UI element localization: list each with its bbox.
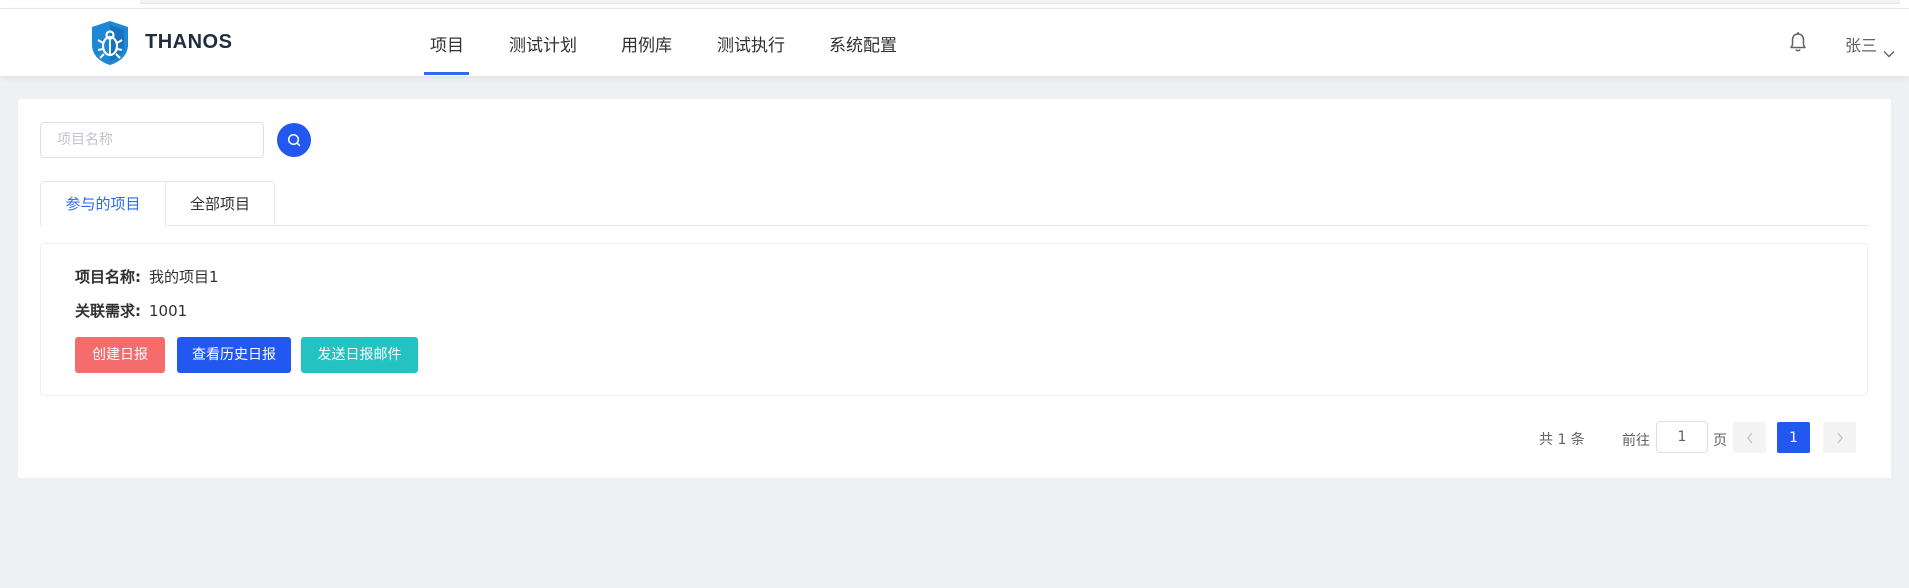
tab-my-projects[interactable]: 参与的项目 xyxy=(40,181,166,226)
chevron-down-icon xyxy=(1883,43,1895,57)
send-report-email-button[interactable]: 发送日报邮件 xyxy=(301,337,418,373)
project-req-row: 关联需求: 1001 xyxy=(75,300,187,321)
nav-item-case-library[interactable]: 用例库 xyxy=(621,31,672,56)
project-name-label: 项目名称: xyxy=(75,268,141,286)
user-name: 张三 xyxy=(1845,36,1878,55)
pagination-total: 共 1 条 xyxy=(1539,432,1585,448)
bug-shield-logo[interactable] xyxy=(88,19,132,67)
pagination-goto-input[interactable] xyxy=(1656,421,1708,453)
nav-item-test-execution[interactable]: 测试执行 xyxy=(717,31,785,56)
next-page-button[interactable] xyxy=(1823,422,1856,453)
nav-active-indicator xyxy=(424,72,469,75)
search-button[interactable] xyxy=(277,123,311,157)
prev-page-button[interactable] xyxy=(1733,422,1766,453)
project-name-row: 项目名称: 我的项目1 xyxy=(75,266,219,287)
project-card: 项目名称: 我的项目1 关联需求: 1001 创建日报 查看历史日报 发送日报邮件 xyxy=(40,243,1868,396)
nav-item-system-config[interactable]: 系统配置 xyxy=(829,31,897,56)
top-header: THANOS 项目 测试计划 用例库 测试执行 系统配置 张三 xyxy=(0,8,1909,76)
project-req-label: 关联需求: xyxy=(75,302,141,320)
view-report-history-button[interactable]: 查看历史日报 xyxy=(177,337,291,373)
nav-item-projects[interactable]: 项目 xyxy=(430,31,464,56)
user-menu[interactable]: 张三 xyxy=(1845,32,1895,57)
pagination-page-suffix: 页 xyxy=(1713,433,1727,449)
project-name-value: 我的项目1 xyxy=(149,268,219,286)
brand-name: THANOS xyxy=(145,31,233,53)
project-req-value: 1001 xyxy=(149,302,188,320)
page-button-current[interactable]: 1 xyxy=(1777,422,1810,453)
chevron-right-icon xyxy=(1836,432,1843,443)
pagination: 共 1 条 前往 页 1 xyxy=(18,421,1891,455)
window-top-strip xyxy=(0,0,1909,8)
chevron-left-icon xyxy=(1746,432,1753,443)
nav-item-test-plan[interactable]: 测试计划 xyxy=(509,31,577,56)
tab-all-projects[interactable]: 全部项目 xyxy=(165,181,275,226)
pagination-goto-label: 前往 xyxy=(1622,433,1650,449)
project-tabs: 参与的项目 全部项目 xyxy=(40,181,1868,226)
create-daily-report-button[interactable]: 创建日报 xyxy=(75,337,165,373)
search-icon xyxy=(287,133,301,147)
bell-icon[interactable] xyxy=(1788,31,1808,53)
window-top-bar xyxy=(140,0,1900,4)
project-panel: 参与的项目 全部项目 项目名称: 我的项目1 关联需求: 1001 创建日报 查看历… xyxy=(18,99,1891,478)
project-search-input[interactable] xyxy=(40,122,264,158)
